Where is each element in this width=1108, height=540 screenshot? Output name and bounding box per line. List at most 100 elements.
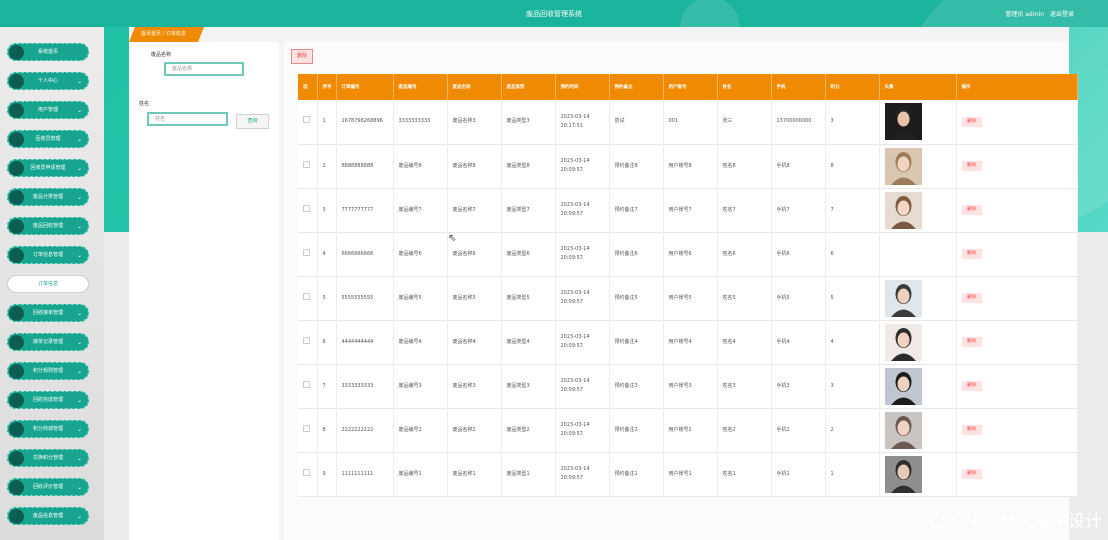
content-area: 首页首页 / 订单信息 废品名称 废品名称 姓名 姓名 查询 删除 选序号 订单编… <box>129 27 1078 540</box>
cell-phone: 手机7 <box>771 188 826 232</box>
sidebar-item[interactable]: 用户管理 ⌄ <box>7 101 89 119</box>
cell-name: 废品名称7 <box>447 188 502 232</box>
table-row[interactable]: 4 6666666666 废品编号6 废品名称6 废品类型6 2023-03-14 20:… <box>298 232 1078 276</box>
sidebar-item[interactable]: 废品回收管理 ⌄ <box>7 217 89 235</box>
row-checkbox-cell[interactable] <box>298 320 318 364</box>
realname-filter-input[interactable]: 姓名 <box>147 112 228 126</box>
cell-code: 废品编号5 <box>393 276 448 320</box>
row-checkbox-cell[interactable] <box>298 452 318 496</box>
table-row[interactable]: 6 4444444444 废品编号4 废品名称4 废品类型4 2023-03-14 20:… <box>298 320 1078 364</box>
row-checkbox[interactable] <box>303 248 310 256</box>
row-delete-button[interactable]: 删除 <box>961 205 982 215</box>
sidebar-item[interactable]: 订单信息管理 ⌄ <box>7 246 89 264</box>
sidebar-subitem[interactable]: 订单信息 <box>7 275 89 293</box>
row-checkbox-cell[interactable] <box>298 100 318 144</box>
row-checkbox[interactable] <box>303 116 310 124</box>
sidebar-item[interactable]: 废品信息管理 ⌄ <box>7 507 89 525</box>
menu-dot-icon <box>9 393 24 408</box>
cell-points: 6 <box>825 232 880 276</box>
menu-dot-icon <box>9 190 24 205</box>
breadcrumb[interactable]: 首页首页 / 订单信息 <box>129 27 204 42</box>
name-filter-input[interactable]: 废品名称 <box>164 62 244 76</box>
table-row[interactable]: 3 7777777777 废品编号7 废品名称7 废品类型7 2023-03-14 20:… <box>298 188 1078 232</box>
cell-code: 废品编号3 <box>393 364 448 408</box>
row-checkbox-cell[interactable] <box>298 364 318 408</box>
row-checkbox[interactable] <box>303 424 310 432</box>
sidebar-item-label: 订单信息 <box>37 281 58 287</box>
cell-action: 删除 <box>956 144 1078 188</box>
sidebar: 系统首页个人中心 ⌄ 用户管理 ⌄ 回收员管理 ⌄ 回收员申请管理 ⌄ 废品分类管理 ⌄ 废品回收管… <box>0 27 104 540</box>
menu-dot-icon <box>9 219 24 234</box>
row-checkbox-cell[interactable] <box>298 276 318 320</box>
cell-person: 姓名1 <box>717 452 772 496</box>
cell-remark: 预约备注3 <box>609 364 664 408</box>
menu-dot-icon <box>9 132 24 147</box>
cell-no: 4 <box>317 232 337 276</box>
sidebar-item[interactable]: 回收员管理 ⌄ <box>7 130 89 148</box>
row-delete-button[interactable]: 删除 <box>961 116 982 127</box>
sidebar-item[interactable]: 回收评价管理 ⌄ <box>7 478 89 496</box>
row-checkbox[interactable] <box>303 380 310 388</box>
sidebar-item[interactable]: 接单记录管理 ⌄ <box>7 333 89 351</box>
sidebar-item[interactable]: 废品分类管理 ⌄ <box>7 188 89 206</box>
cell-action: 删除 <box>956 364 1078 408</box>
menu-dot-icon <box>9 248 24 263</box>
table-row[interactable]: 8 2222222222 废品编号2 废品名称2 废品类型2 2023-03-14 20:… <box>298 408 1078 452</box>
row-delete-button[interactable]: 删除 <box>961 161 982 171</box>
row-checkbox[interactable] <box>303 160 310 168</box>
row-checkbox-cell[interactable] <box>298 144 318 188</box>
sidebar-item-label: 订单信息管理 <box>32 252 63 258</box>
orders-table: 选序号 订单编号 废品编号 废品名称 废品类型 预约时间 预约备注 用户账号 姓名 手机 积分 头像操… <box>298 74 1078 497</box>
cell-code: 废品编号7 <box>393 188 448 232</box>
chevron-down-icon: ⌄ <box>76 513 82 520</box>
cell-account: 001 <box>663 100 718 144</box>
table-row[interactable]: 2 8888888888 废品编号8 废品名称8 废品类型8 2023-03-14 20:… <box>298 144 1078 188</box>
sidebar-item[interactable]: 系统首页 <box>7 43 89 61</box>
sidebar-item-label: 废品信息管理 <box>32 513 63 519</box>
cell-time: 2023-03-14 20:09:57 <box>555 276 610 320</box>
row-delete-button[interactable]: 删除 <box>961 249 982 259</box>
table-row[interactable]: 5 5555555555 废品编号5 废品名称5 废品类型5 2023-03-14 20:… <box>298 276 1078 320</box>
cell-order: 1111111111 <box>336 452 394 496</box>
cell-person: 姓名7 <box>717 188 772 232</box>
sidebar-item[interactable]: 积分商城管理 ⌄ <box>7 420 89 438</box>
row-delete-button[interactable]: 删除 <box>961 337 982 347</box>
column-header: 手机 <box>771 74 826 100</box>
chevron-down-icon: ⌄ <box>76 484 82 491</box>
cell-account: 用户账号1 <box>663 452 718 496</box>
row-checkbox-cell[interactable] <box>298 188 318 232</box>
row-checkbox[interactable] <box>303 204 310 212</box>
sidebar-item[interactable]: 兑换积分管理 ⌄ <box>7 449 89 467</box>
batch-delete-button[interactable]: 删除 <box>291 49 313 64</box>
sidebar-item[interactable]: 回收接单管理 ⌄ <box>7 304 89 322</box>
sidebar-item[interactable]: 回收员申请管理 ⌄ <box>7 159 89 177</box>
sidebar-item[interactable]: 回收完成管理 ⌄ <box>7 391 89 409</box>
sidebar-item-label: 接单记录管理 <box>32 339 63 345</box>
cell-points: 4 <box>825 320 880 364</box>
row-delete-button[interactable]: 删除 <box>961 381 982 391</box>
row-delete-button[interactable]: 删除 <box>961 293 982 303</box>
row-delete-button[interactable]: 删除 <box>961 469 982 479</box>
table-row[interactable]: 7 3333333333 废品编号3 废品名称3 废品类型3 2023-03-14 20:… <box>298 364 1078 408</box>
row-checkbox[interactable] <box>303 292 310 300</box>
avatar-image <box>884 323 922 361</box>
cell-time: 2023-03-14 20:09:57 <box>555 188 610 232</box>
row-checkbox-cell[interactable] <box>298 232 318 276</box>
watermark: CSDN @林文程序设计 <box>929 512 1102 532</box>
cell-code: 废品编号2 <box>393 408 448 452</box>
row-delete-button[interactable]: 删除 <box>961 425 982 435</box>
row-checkbox-cell[interactable] <box>298 408 318 452</box>
row-checkbox[interactable] <box>303 336 310 344</box>
table-panel: 删除 选序号 订单编号 废品编号 废品名称 废品类型 预约时间 预约备注 用户账号 姓名 手机 积分… <box>284 42 1078 540</box>
table-row[interactable]: 9 1111111111 废品编号1 废品名称1 废品类型1 2023-03-14 20:… <box>298 452 1078 496</box>
sidebar-item[interactable]: 个人中心 ⌄ <box>7 72 89 90</box>
cell-order: 1678796268896 <box>336 100 394 144</box>
column-header: 选 <box>298 74 318 100</box>
menu-dot-icon <box>9 364 24 379</box>
table-row[interactable]: 1 1678796268896 3333333333 废品名称3 废品类型3 2023-0… <box>298 100 1078 144</box>
sidebar-item-label: 废品回收管理 <box>32 223 63 229</box>
sidebar-item[interactable]: 积分规则管理 ⌄ <box>7 362 89 380</box>
row-checkbox[interactable] <box>303 468 310 476</box>
cell-name: 废品名称4 <box>447 320 502 364</box>
query-button[interactable]: 查询 <box>236 114 269 129</box>
